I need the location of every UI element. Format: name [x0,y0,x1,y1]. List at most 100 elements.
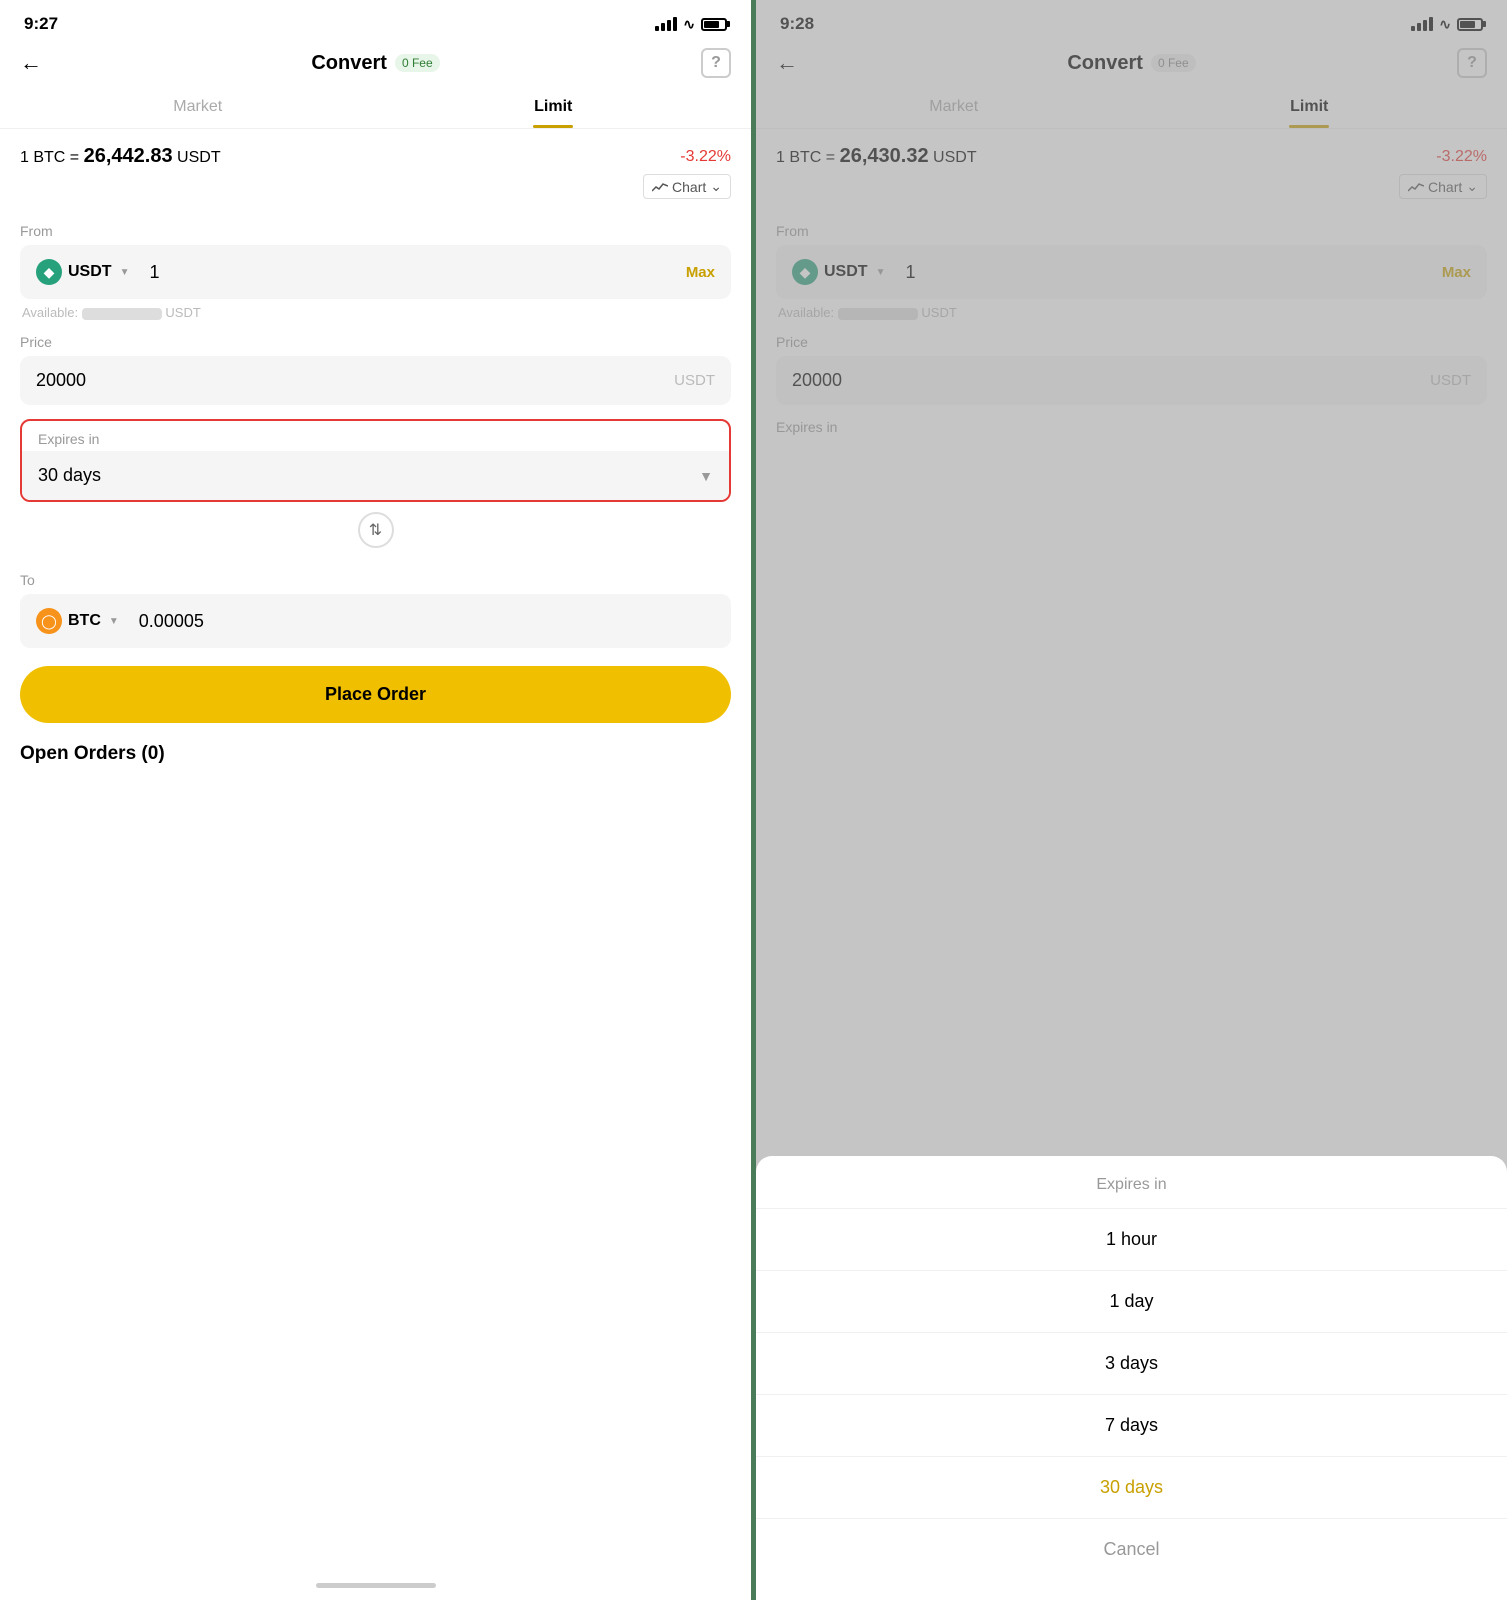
from-input-row-right: ◆ USDT ▼ 1 Max [776,245,1487,299]
available-blur-right [838,308,918,320]
from-section-right: From ◆ USDT ▼ 1 Max Available: USDT Pric… [756,209,1507,441]
picker-option-30days[interactable]: 30 days [756,1457,1507,1519]
tab-limit-left[interactable]: Limit [376,88,732,128]
to-value-left[interactable]: 0.00005 [129,611,715,632]
price-text-left: 1 BTC = 26,442.83 USDT [20,145,221,168]
chart-button-right[interactable]: Chart ⌄ [1399,174,1487,199]
back-button-right[interactable]: ← [776,50,806,76]
swap-row-left: ⇅ [0,502,751,558]
help-button-right[interactable]: ? [1457,48,1487,78]
to-currency-name-left: BTC [68,612,101,630]
back-button-left[interactable]: ← [20,50,50,76]
price-unit-left: USDT [674,372,715,389]
from-value-right[interactable]: 1 [895,262,1431,283]
chart-icon-right [1408,181,1424,193]
price-label-left: Price [20,334,731,350]
price-unit-right: USDT [1430,372,1471,389]
btc-icon-left: ◯ [36,608,62,634]
from-currency-name-left: USDT [68,263,112,281]
battery-icon-right [1457,18,1483,31]
tether-icon-left: ◆ [36,259,62,285]
picker-option-cancel[interactable]: Cancel [756,1519,1507,1580]
home-indicator-left [316,1583,436,1588]
from-input-row-left: ◆ USDT ▼ 1 Max [20,245,731,299]
price-change-left: -3.22% [680,148,731,166]
time-left: 9:27 [24,14,58,34]
chart-button-left[interactable]: Chart ⌄ [643,174,731,199]
chart-toggle-right: Chart ⌄ [756,172,1507,209]
from-section-left: From ◆ USDT ▼ 1 Max Available: USDT Pric… [0,209,751,502]
available-text-left: Available: USDT [20,305,731,320]
status-bar-left: 9:27 ∿ [0,0,751,40]
from-label-right: From [776,223,1487,239]
price-row-left: 1 BTC = 26,442.83 USDT -3.22% [0,129,751,172]
expires-arrow-left: ▼ [699,468,713,484]
price-value-left[interactable]: 20000 [36,370,664,391]
signal-icon-right [1411,17,1433,31]
from-dropdown-arrow-left: ▼ [120,267,130,278]
left-panel: 9:27 ∿ ← Convert 0 Fee ? Market Limit [0,0,751,1600]
tab-market-right[interactable]: Market [776,88,1132,128]
help-button-left[interactable]: ? [701,48,731,78]
right-panel: 9:28 ∿ ← Convert 0 Fee ? Market Limit [756,0,1507,1600]
tabs-left: Market Limit [0,88,751,129]
price-input-row-right: 20000 USDT [776,356,1487,405]
to-label-left: To [20,572,731,588]
time-right: 9:28 [780,14,814,34]
status-icons-right: ∿ [1411,16,1483,33]
expires-value-left: 30 days [38,465,101,486]
tab-market-left[interactable]: Market [20,88,376,128]
page-title-left: Convert [311,52,387,75]
tether-icon-right: ◆ [792,259,818,285]
status-bar-right: 9:28 ∿ [756,0,1507,40]
expires-label-left: Expires in [22,421,729,451]
picker-option-3days[interactable]: 3 days [756,1333,1507,1395]
from-currency-selector-right[interactable]: ◆ USDT ▼ [792,259,885,285]
status-icons-left: ∿ [655,16,727,33]
from-currency-selector-left[interactable]: ◆ USDT ▼ [36,259,129,285]
picker-option-7days[interactable]: 7 days [756,1395,1507,1457]
picker-option-1day[interactable]: 1 day [756,1271,1507,1333]
chart-icon-left [652,181,668,193]
chart-toggle-left: Chart ⌄ [0,172,751,209]
expires-value-row-left: 30 days ▼ [22,451,729,500]
tabs-right: Market Limit [756,88,1507,129]
price-input-row-left: 20000 USDT [20,356,731,405]
to-section-left: To ◯ BTC ▼ 0.00005 [0,558,751,648]
place-order-button-left[interactable]: Place Order [20,666,731,723]
picker-sheet: Expires in 1 hour 1 day 3 days 7 days 30… [756,1156,1507,1600]
tab-limit-right[interactable]: Limit [1132,88,1488,128]
swap-button-left[interactable]: ⇅ [358,512,394,548]
to-currency-selector-left[interactable]: ◯ BTC ▼ [36,608,119,634]
header-right: ← Convert 0 Fee ? [756,40,1507,88]
wifi-icon-right: ∿ [1439,16,1451,33]
price-label-right: Price [776,334,1487,350]
expires-label-right: Expires in [776,419,1487,435]
header-center-left: Convert 0 Fee [311,52,439,75]
picker-option-1hour[interactable]: 1 hour [756,1209,1507,1271]
fee-badge-left: 0 Fee [395,54,440,72]
price-value-right[interactable]: 20000 [792,370,1420,391]
from-currency-name-right: USDT [824,263,868,281]
price-row-right: 1 BTC = 26,430.32 USDT -3.22% [756,129,1507,172]
picker-header: Expires in [756,1156,1507,1209]
page-title-right: Convert [1067,52,1143,75]
from-value-left[interactable]: 1 [139,262,675,283]
battery-icon [701,18,727,31]
from-dropdown-arrow-right: ▼ [876,267,886,278]
price-change-right: -3.22% [1436,148,1487,166]
header-left: ← Convert 0 Fee ? [0,40,751,88]
from-label-left: From [20,223,731,239]
fee-badge-right: 0 Fee [1151,54,1196,72]
to-dropdown-arrow-left: ▼ [109,616,119,627]
signal-icon [655,17,677,31]
open-orders-left: Open Orders (0) [0,723,751,765]
to-input-row-left: ◯ BTC ▼ 0.00005 [20,594,731,648]
wifi-icon: ∿ [683,16,695,33]
max-button-left[interactable]: Max [686,264,715,281]
expires-field-left[interactable]: Expires in 30 days ▼ [20,419,731,502]
available-blur-left [82,308,162,320]
max-button-right[interactable]: Max [1442,264,1471,281]
price-text-right: 1 BTC = 26,430.32 USDT [776,145,977,168]
header-center-right: Convert 0 Fee [1067,52,1195,75]
